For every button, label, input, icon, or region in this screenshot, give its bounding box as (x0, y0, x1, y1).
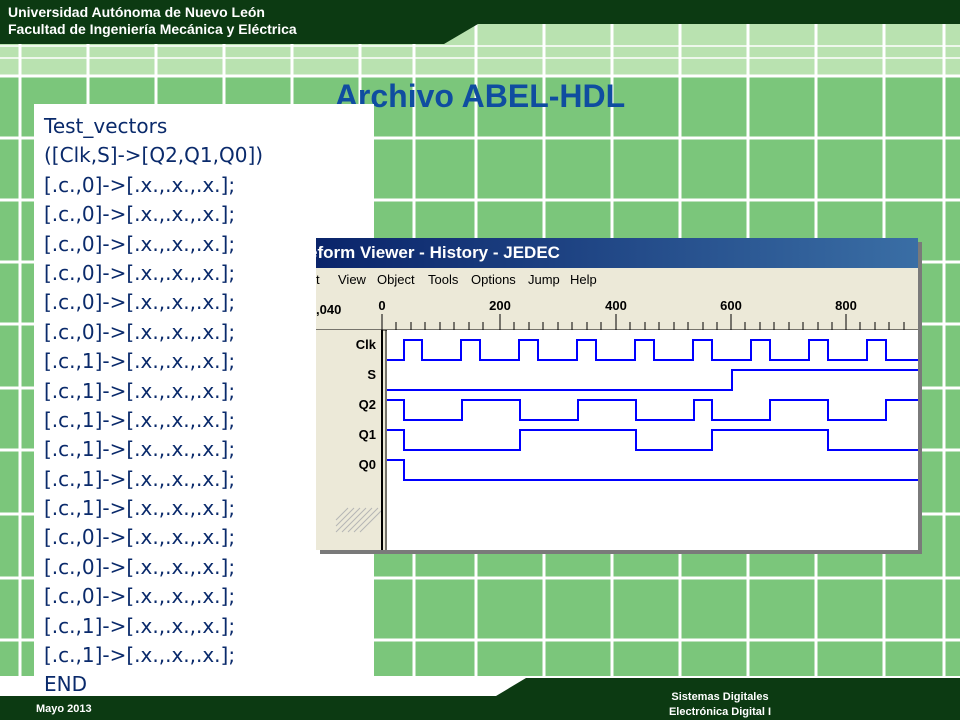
code-line: [.c.,1]->[.x.,.x.,.x.]; (44, 466, 236, 491)
code-line: [.c.,0]->[.x.,.x.,.x.]; (44, 584, 236, 609)
time-tick-label: 400 (605, 298, 627, 313)
menu-edit[interactable]: t (316, 272, 320, 287)
signal-name-q2[interactable]: Q2 (359, 397, 376, 412)
signal-name-clk[interactable]: Clk (356, 337, 377, 352)
code-line: [.c.,0]->[.x.,.x.,.x.]; (44, 290, 236, 315)
course-name: Sistemas Digitales (671, 691, 769, 703)
code-line: [.c.,0]->[.x.,.x.,.x.]; (44, 260, 236, 285)
code-line: [.c.,1]->[.x.,.x.,.x.]; (44, 437, 236, 462)
code-line: [.c.,0]->[.x.,.x.,.x.]; (44, 172, 236, 197)
code-line: [.c.,1]->[.x.,.x.,.x.]; (44, 407, 236, 432)
window-title-bar[interactable]: eform Viewer - History - JEDEC (316, 238, 918, 268)
slide-header: Universidad Autónoma de Nuevo León Facul… (0, 0, 960, 44)
code-line: [.c.,0]->[.x.,.x.,.x.]; (44, 202, 236, 227)
code-line: ([Clk,S]->[Q2,Q1,Q0]) (44, 143, 264, 168)
signal-name-s[interactable]: S (367, 367, 376, 382)
cursor-time-readout: ,040 (316, 302, 341, 317)
window-title: eform Viewer - History - JEDEC (316, 243, 560, 262)
code-line: [.c.,1]->[.x.,.x.,.x.]; (44, 496, 236, 521)
menu-bar: t View Object Tools Options Jump Help (316, 268, 918, 292)
signal-name-q1[interactable]: Q1 (359, 427, 376, 442)
code-line: [.c.,1]->[.x.,.x.,.x.]; (44, 613, 236, 638)
code-line: [.c.,0]->[.x.,.x.,.x.]; (44, 231, 236, 256)
signal-name-q0[interactable]: Q0 (359, 457, 376, 472)
menu-view[interactable]: View (338, 272, 366, 287)
waveform-area[interactable]: ,040 0 200 400 600 800 Clk S Q2 Q1 Q0 (316, 292, 918, 550)
menu-options[interactable]: Options (471, 272, 516, 287)
course-subname: Electrónica Digital I (668, 706, 772, 718)
time-tick-label: 600 (720, 298, 742, 313)
faculty-name: Facultad de Ingeniería Mecánica y Eléctr… (8, 21, 297, 37)
time-tick-label: 200 (489, 298, 511, 313)
university-name: Universidad Autónoma de Nuevo León (8, 4, 265, 20)
menu-object[interactable]: Object (377, 272, 415, 287)
time-tick-label: 0 (378, 298, 385, 313)
menu-help[interactable]: Help (570, 272, 597, 287)
code-lines: Test_vectors ([Clk,S]->[Q2,Q1,Q0]) [.c.,… (44, 112, 263, 700)
code-line: [.c.,0]->[.x.,.x.,.x.]; (44, 525, 236, 550)
waveform-viewer-window: eform Viewer - History - JEDEC t View Ob… (316, 238, 918, 550)
code-line: Test_vectors (44, 114, 168, 138)
code-line: [.c.,0]->[.x.,.x.,.x.]; (44, 319, 236, 344)
menu-jump[interactable]: Jump (528, 272, 560, 287)
menu-tools[interactable]: Tools (428, 272, 458, 287)
code-line: [.c.,1]->[.x.,.x.,.x.]; (44, 643, 236, 668)
code-line: [.c.,1]->[.x.,.x.,.x.]; (44, 378, 236, 403)
footer-course: Sistemas Digitales Electrónica Digital I (580, 690, 860, 720)
code-line: [.c.,0]->[.x.,.x.,.x.]; (44, 554, 236, 579)
code-line: [.c.,1]->[.x.,.x.,.x.]; (44, 349, 236, 374)
time-tick-label: 800 (835, 298, 857, 313)
footer-date: Mayo 2013 (36, 703, 92, 715)
